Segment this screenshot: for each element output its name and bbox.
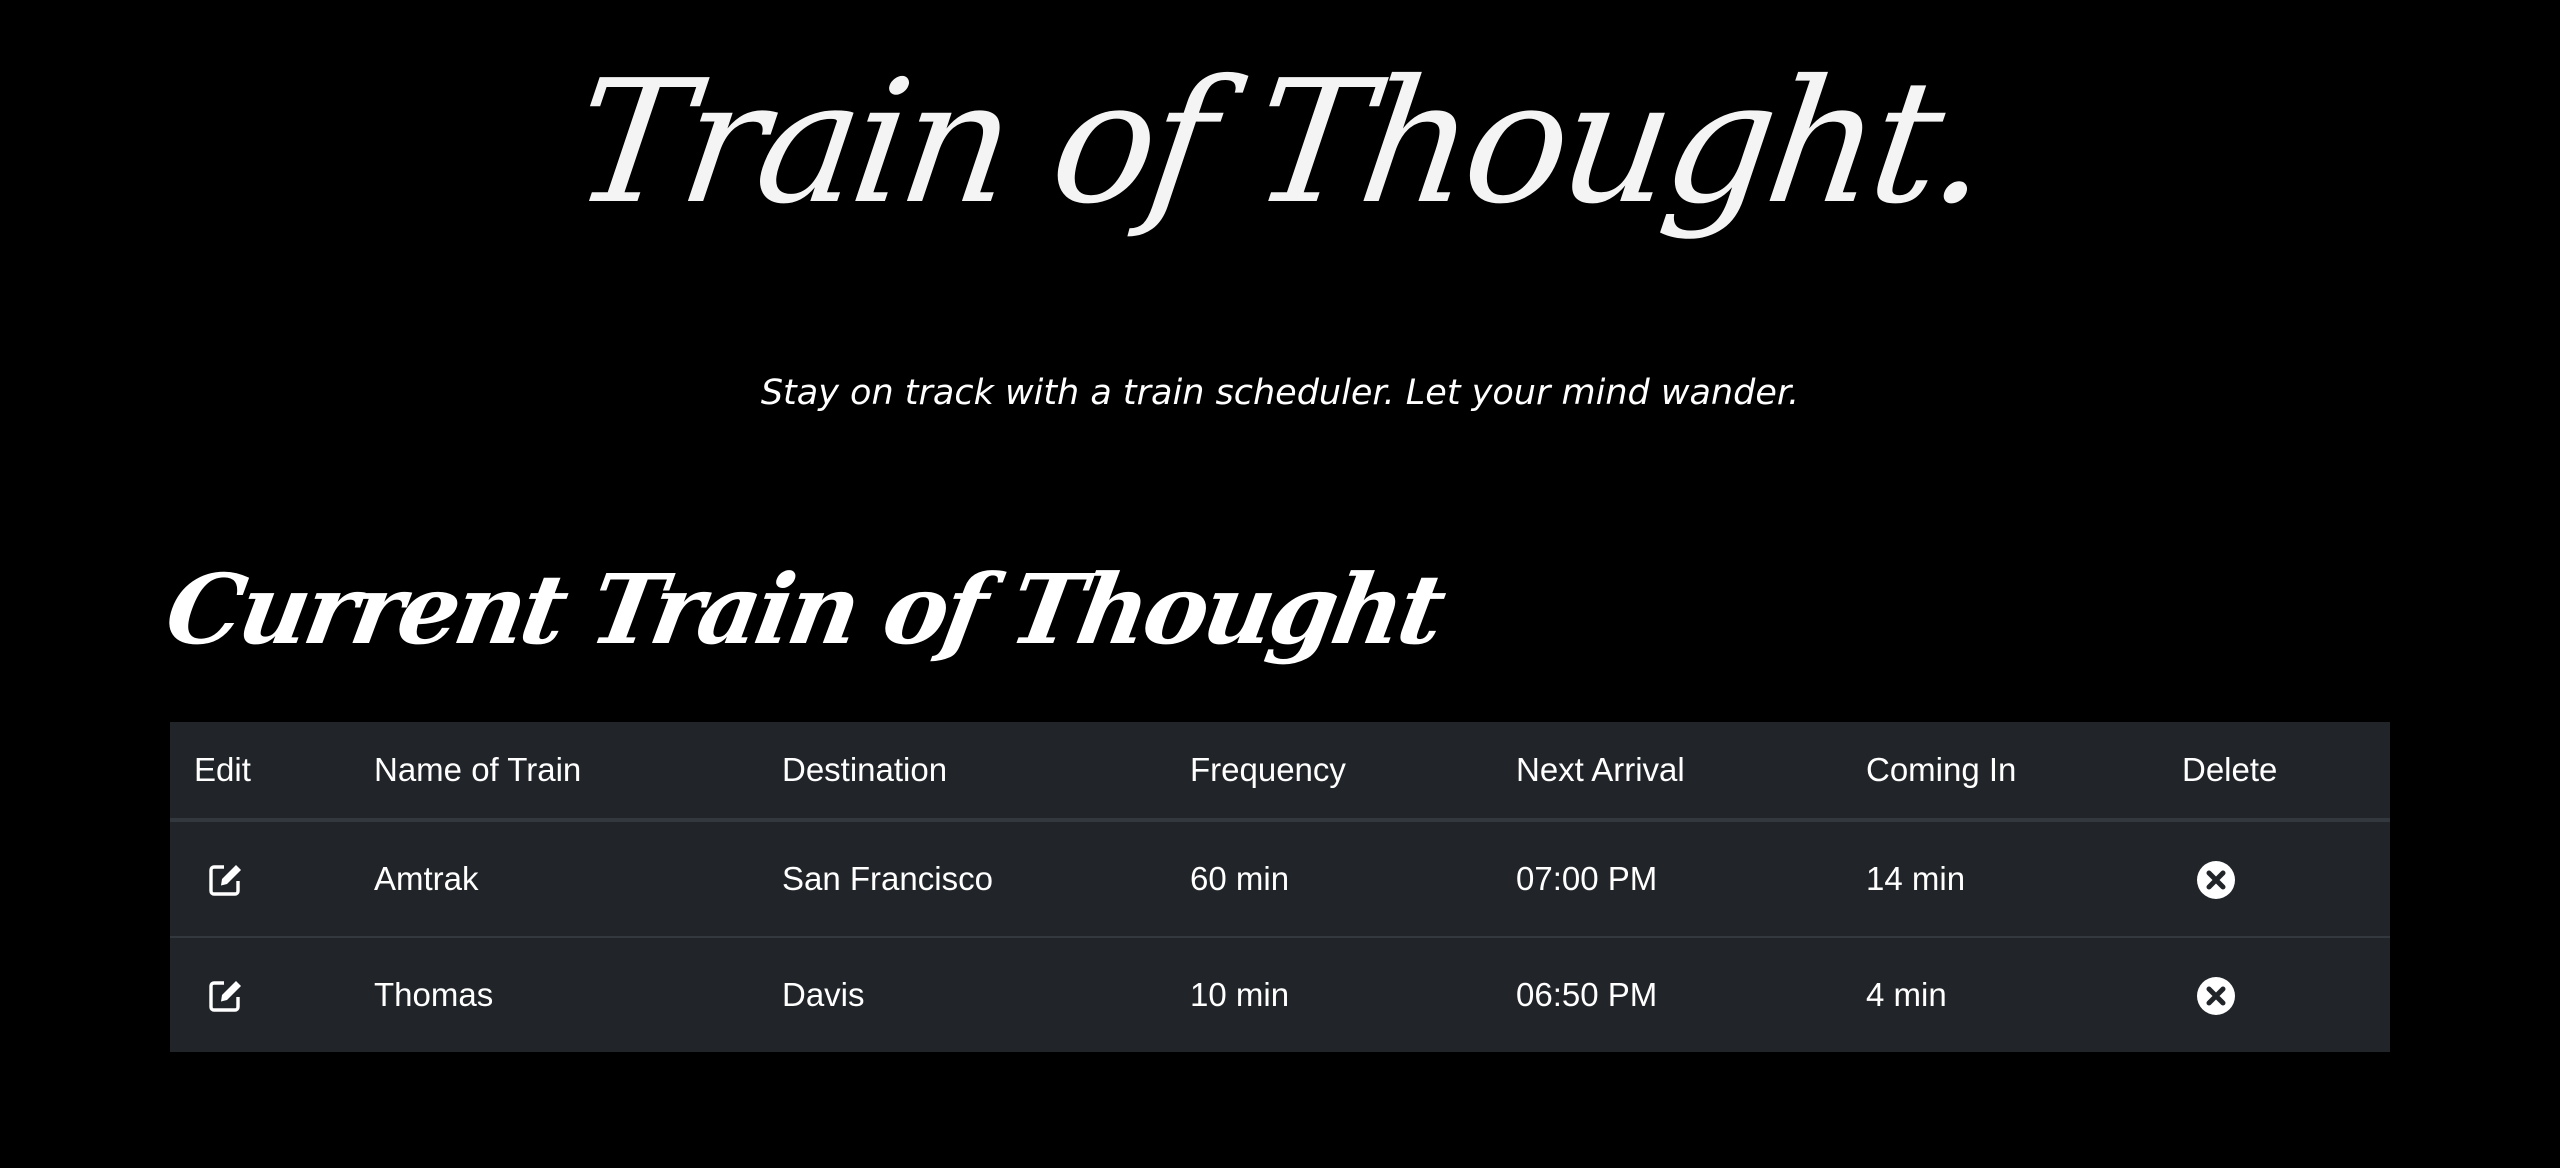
delete-cell xyxy=(2158,936,2390,1052)
column-header-next-arrival: Next Arrival xyxy=(1492,722,1842,822)
delete-icon[interactable] xyxy=(2196,860,2236,900)
table-row: Thomas Davis 10 min 06:50 PM 4 min xyxy=(170,936,2390,1052)
next-arrival-cell: 06:50 PM xyxy=(1492,936,1842,1052)
edit-cell xyxy=(170,820,350,937)
train-schedule-table: Edit Name of Train Destination Frequency… xyxy=(170,722,2390,1052)
delete-icon[interactable] xyxy=(2196,976,2236,1016)
train-name-cell: Thomas xyxy=(350,936,758,1052)
destination-cell: San Francisco xyxy=(782,860,993,897)
column-header-delete: Delete xyxy=(2158,722,2390,822)
section-title: Current Train of Thought xyxy=(158,553,1451,666)
frequency-cell: 10 min xyxy=(1166,936,1492,1052)
table-row: Amtrak San Francisco 60 min 07:00 PM 14 … xyxy=(170,820,2390,937)
column-header-coming-in: Coming In xyxy=(1842,722,2158,822)
delete-cell xyxy=(2158,820,2390,937)
column-header-name: Name of Train xyxy=(350,722,758,822)
edit-cell xyxy=(170,936,350,1052)
frequency-cell: 60 min xyxy=(1190,860,1290,897)
column-header-frequency: Frequency xyxy=(1166,722,1492,822)
page: Train of Thought. Stay on track with a t… xyxy=(0,0,2560,1168)
site-title: Train of Thought. xyxy=(562,44,1998,242)
tagline: Stay on track with a train scheduler. Le… xyxy=(760,373,1800,413)
edit-icon[interactable] xyxy=(208,861,244,897)
column-header-destination: Destination xyxy=(758,722,1166,822)
destination-cell: Davis xyxy=(758,936,1166,1052)
train-name-cell: Amtrak xyxy=(374,860,479,897)
column-header-edit: Edit xyxy=(170,722,350,822)
next-arrival-cell: 07:00 PM xyxy=(1516,860,1658,897)
coming-in-cell: 4 min xyxy=(1842,936,2158,1052)
table-header-row: Edit Name of Train Destination Frequency… xyxy=(170,722,2390,822)
edit-icon[interactable] xyxy=(208,977,244,1013)
coming-in-cell: 14 min xyxy=(1866,860,1966,897)
